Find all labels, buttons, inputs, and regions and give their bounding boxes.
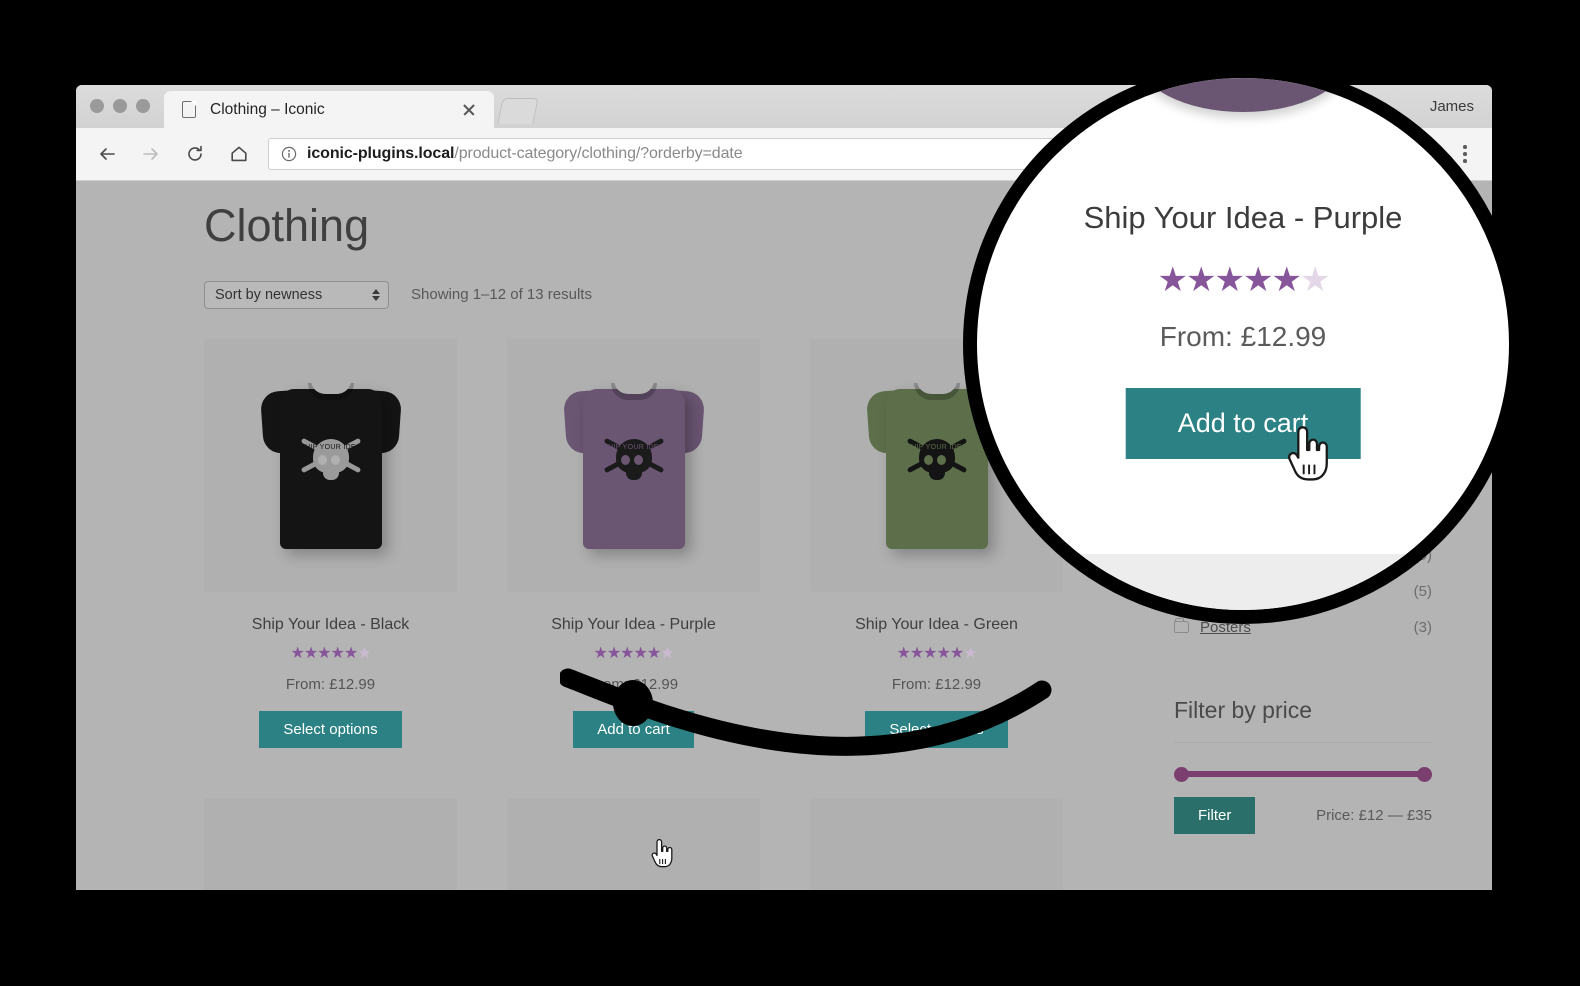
- magnifier-handle: [560, 668, 1052, 756]
- chevron-updown-icon: [372, 288, 380, 301]
- star-rating: ★★★★★★: [290, 644, 371, 662]
- product-categories-list: T-shirts (9) Music (5) Posters (3): [1174, 537, 1432, 645]
- browser-tab-strip: Clothing – Iconic James: [76, 85, 1492, 128]
- window-controls[interactable]: [90, 99, 150, 113]
- kebab-dot: [1463, 159, 1467, 163]
- maximize-window-button[interactable]: [136, 99, 150, 113]
- catalog-toolbar: Sort by newness Showing 1–12 of 13 resul…: [204, 280, 1064, 309]
- home-icon: [231, 146, 247, 162]
- skull-eye: [923, 454, 933, 465]
- product-card[interactable]: SHIP YOUR IDEA Ship Your Idea - Black ★★…: [204, 338, 457, 748]
- page-favicon-icon: [182, 101, 196, 118]
- category-link[interactable]: Posters: [1200, 619, 1414, 636]
- tab-title: Clothing – Iconic: [210, 100, 325, 118]
- skull-print-icon: SHIP YOUR IDEA: [600, 433, 668, 491]
- product-price: From: £12.99: [285, 675, 376, 693]
- page-title: Clothing: [204, 200, 370, 251]
- divider: [1174, 742, 1432, 743]
- url-host: iconic-plugins.local: [307, 145, 455, 162]
- reload-icon: [188, 145, 202, 161]
- home-button[interactable]: [220, 135, 258, 173]
- product-image[interactable]: [204, 797, 457, 890]
- sort-select-value: Sort by newness: [215, 286, 323, 303]
- product-image[interactable]: SHIP YOUR IDEA: [204, 338, 457, 592]
- price-range-slider[interactable]: [1174, 767, 1432, 782]
- arrow-right-icon: [143, 148, 158, 160]
- chevron-up: [372, 288, 380, 294]
- skull-print-icon: SHIP YOUR IDEA: [297, 433, 365, 491]
- browser-menu-button[interactable]: [1448, 145, 1482, 163]
- close-window-button[interactable]: [90, 99, 104, 113]
- kebab-dot: [1463, 152, 1467, 156]
- tshirt-illustration: SHIP YOUR IDEA: [562, 379, 705, 549]
- result-count: Showing 1–12 of 13 results: [411, 286, 592, 303]
- product-title[interactable]: Ship Your Idea - Black: [204, 616, 457, 634]
- arrow-left-icon: [100, 148, 115, 160]
- slider-track[interactable]: [1180, 771, 1426, 777]
- category-count: (5): [1413, 582, 1432, 600]
- slider-handle-min[interactable]: [1174, 767, 1189, 782]
- product-image[interactable]: SHIP YOUR IDEA: [507, 338, 760, 592]
- skull-print-icon: SHIP YOUR IDEA: [903, 433, 971, 491]
- skull-jaw: [625, 469, 642, 480]
- close-tab-icon[interactable]: [460, 101, 478, 119]
- select-options-button[interactable]: Select options: [259, 710, 402, 748]
- kebab-dot: [1463, 145, 1467, 149]
- print-text: SHIP YOUR IDEA: [906, 443, 967, 451]
- filter-controls: Filter Price: £12 — £35: [1174, 797, 1432, 834]
- skull-jaw: [928, 469, 945, 480]
- skull-eye: [936, 454, 946, 465]
- sidebar: T-shirts (9) Music (5) Posters (3) Filte…: [1174, 201, 1432, 834]
- product-image[interactable]: SHIP YOUR IDEA: [810, 338, 1063, 592]
- page-info-icon[interactable]: [281, 146, 297, 162]
- browser-toolbar: iconic-plugins.local/product-category/cl…: [76, 128, 1492, 181]
- tshirt-illustration: SHIP YOUR IDEA: [865, 379, 1008, 549]
- screenshot-root: Clothing – Iconic James iconic-plugins.l…: [0, 0, 1580, 986]
- browser-tab-clothing[interactable]: Clothing – Iconic: [164, 91, 494, 128]
- print-text: SHIP YOUR IDEA: [300, 443, 361, 451]
- category-count: (3): [1413, 618, 1432, 636]
- new-tab-button[interactable]: [497, 98, 539, 124]
- folder-icon: [1174, 582, 1189, 597]
- tshirt-illustration: SHIP YOUR IDEA: [259, 379, 402, 549]
- url-text: iconic-plugins.local/product-category/cl…: [307, 145, 743, 163]
- search-input[interactable]: [1174, 201, 1432, 237]
- category-row[interactable]: Posters (3): [1174, 609, 1432, 645]
- browser-profile-name[interactable]: James: [1430, 98, 1474, 115]
- category-row[interactable]: T-shirts (9): [1174, 537, 1432, 573]
- back-button[interactable]: [88, 135, 126, 173]
- forward-button[interactable]: [132, 135, 170, 173]
- print-text: SHIP YOUR IDEA: [603, 443, 664, 451]
- filter-by-price-title: Filter by price: [1174, 697, 1313, 723]
- slider-handle-max[interactable]: [1417, 767, 1432, 782]
- reload-button[interactable]: [176, 135, 214, 173]
- sort-select[interactable]: Sort by newness: [204, 280, 389, 309]
- skull-eye: [330, 454, 340, 465]
- category-row[interactable]: Music (5): [1174, 573, 1432, 609]
- skull-eye: [620, 454, 630, 465]
- skull-eye: [317, 454, 327, 465]
- skull-jaw: [322, 469, 339, 480]
- product-card[interactable]: [204, 797, 457, 890]
- price-range-text: Price: £12 — £35: [1316, 807, 1432, 824]
- folder-icon: [1174, 546, 1189, 561]
- filter-button[interactable]: Filter: [1174, 797, 1256, 834]
- magnifier-handle-endpoint: [613, 680, 653, 726]
- address-bar[interactable]: iconic-plugins.local/product-category/cl…: [268, 138, 1434, 170]
- skull-eye: [633, 454, 643, 465]
- folder-icon: [1174, 618, 1189, 633]
- category-link[interactable]: T-shirts: [1200, 547, 1414, 564]
- category-count: (9): [1413, 546, 1432, 564]
- url-path: /product-category/clothing/?orderby=date: [454, 145, 743, 162]
- category-link[interactable]: Music: [1200, 583, 1414, 600]
- chevron-down: [372, 295, 380, 301]
- minimize-window-button[interactable]: [113, 99, 127, 113]
